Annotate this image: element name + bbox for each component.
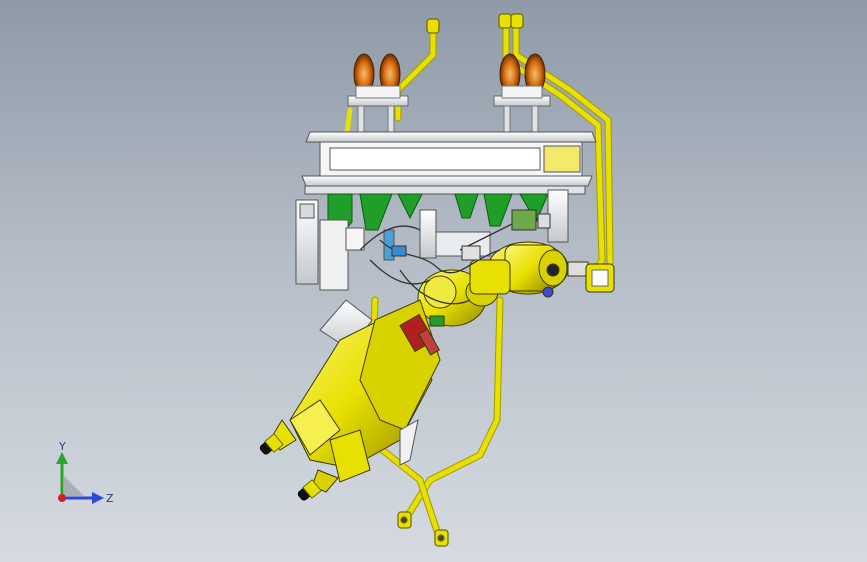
coordinate-triad: Y Z [56, 440, 114, 505]
x-axis-dot [58, 494, 66, 502]
xy-plane-indicator [64, 476, 84, 496]
top-frame-plates [301, 131, 597, 195]
z-axis-label: Z [106, 492, 114, 505]
3d-model-viewport[interactable] [0, 0, 867, 562]
lower-gripper-body [269, 299, 441, 493]
robot-gripper-assembly [259, 13, 615, 547]
y-axis-label: Y [58, 440, 66, 453]
